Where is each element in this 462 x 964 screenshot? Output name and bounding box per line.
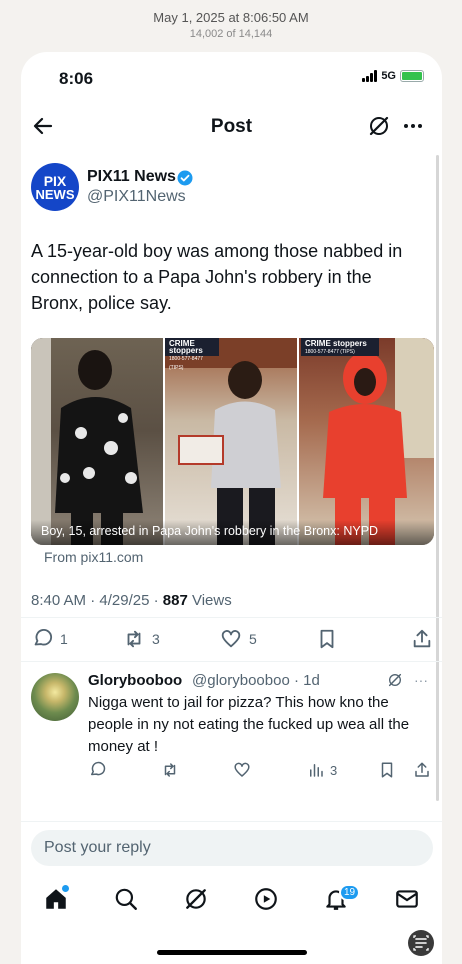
reply-views-count: 3 [330, 762, 338, 778]
author-name[interactable]: PIX11 News [87, 168, 176, 186]
video-icon[interactable] [253, 886, 279, 912]
post-text: A 15-year-old boy was among those nabbed… [31, 241, 403, 313]
compose-placeholder: Post your reply [44, 839, 151, 856]
media-caption: Boy, 15, arrested in Papa John's robbery… [31, 520, 434, 545]
share-icon [415, 762, 429, 777]
phone-screen: 8:06 5G Post PIX NEWS PIX11 News @PIX11N… [21, 52, 442, 964]
heart-icon [221, 630, 241, 648]
reply-actions: 3 [21, 761, 442, 783]
post-time: 8:40 AM [31, 592, 87, 609]
signal-icon [362, 70, 378, 82]
share-button[interactable] [411, 628, 433, 650]
reply-author-handle[interactable]: @glorybooboo · 1d [192, 672, 320, 689]
divider [21, 617, 442, 618]
battery-icon [400, 70, 424, 82]
notifications-badge: 19 [339, 884, 360, 901]
like-button[interactable]: 5 [220, 628, 257, 650]
reply-avatar[interactable] [31, 673, 79, 721]
post-actions: 1 3 5 [21, 620, 442, 660]
media-photo-1 [31, 338, 163, 545]
grok-icon[interactable] [367, 114, 391, 138]
text-scan-icon [413, 935, 429, 951]
scrollbar[interactable] [436, 155, 439, 801]
photos-header: May 1, 2025 at 8:06:50 AM 14,002 of 14,1… [0, 0, 462, 52]
search-icon[interactable] [113, 886, 139, 912]
bookmark-icon [381, 762, 393, 778]
repost-icon [164, 763, 176, 777]
person-silhouette-1 [31, 338, 143, 545]
more-options-icon[interactable] [401, 114, 425, 138]
divider [21, 661, 442, 662]
heart-icon [234, 762, 250, 777]
reply-compose-input[interactable]: Post your reply [31, 830, 433, 866]
avatar-logo-line2: NEWS [35, 187, 75, 202]
views-label: Views [191, 592, 232, 609]
reply-views-button[interactable]: 3 [307, 761, 337, 779]
photo-date: May 1, 2025 at 8:06:50 AM [153, 10, 309, 25]
media-photo-3: CRIME stoppers 1800-577-8477 (TIPS) [297, 338, 434, 545]
media-photo-2: CRIME stoppers 1800-577-8477 (TIPS) [163, 338, 297, 545]
reply-more-options[interactable]: ··· [414, 672, 428, 688]
reply-button[interactable]: 1 [31, 628, 68, 650]
home-notification-dot [62, 885, 69, 892]
status-time: 8:06 [59, 69, 94, 88]
verified-badge-icon [177, 170, 193, 186]
share-icon [413, 629, 431, 648]
author-avatar[interactable]: PIX NEWS [31, 163, 79, 211]
post-header: Post [21, 108, 442, 148]
reply-like-button[interactable] [233, 761, 251, 779]
post-date: 4/29/25 [99, 592, 150, 609]
bottom-tab-bar: 19 [21, 874, 442, 924]
bookmark-icon [320, 629, 334, 649]
reply-count: 1 [60, 631, 68, 647]
post-meta: 8:40 AM · 4/29/25 · 887 Views [31, 592, 232, 609]
reply-text: Nigga went to jail for pizza? This how k… [88, 694, 410, 755]
repost-icon [127, 630, 141, 648]
messages-icon[interactable] [394, 886, 420, 912]
reply-author-name[interactable]: Glorybooboo [88, 672, 182, 689]
bookmark-button[interactable] [316, 628, 338, 650]
crime-stoppers-badge: CRIME stoppers 1800-577-8477 (TIPS) [165, 338, 219, 371]
repost-button[interactable]: 3 [123, 628, 160, 650]
crime-stoppers-badge-2: CRIME stoppers 1800-577-8477 (TIPS) [301, 338, 379, 356]
photo-count: 14,002 of 14,144 [189, 28, 273, 40]
like-count: 5 [249, 631, 257, 647]
media-card[interactable]: CRIME stoppers 1800-577-8477 (TIPS) CRIME… [31, 338, 434, 545]
home-indicator [157, 950, 307, 955]
network-type: 5G [381, 70, 396, 82]
reply-repost-button[interactable] [161, 761, 179, 779]
grok-icon[interactable] [387, 672, 403, 688]
views-count: 887 [162, 592, 188, 609]
person-silhouette-3 [323, 338, 434, 545]
author-handle[interactable]: @PIX11News [87, 188, 186, 206]
reply-bookmark-button[interactable] [378, 761, 396, 779]
analytics-icon [310, 764, 323, 777]
grok-icon[interactable] [183, 886, 209, 912]
person-silhouette-2 [165, 338, 297, 545]
reply-icon [34, 628, 53, 646]
status-bar: 8:06 5G [21, 52, 442, 102]
status-icons: 5G [362, 70, 424, 82]
divider [21, 821, 442, 822]
reply-share-button[interactable] [413, 761, 431, 779]
media-source-link[interactable]: From pix11.com [44, 549, 143, 565]
repost-count: 3 [152, 631, 160, 647]
reply-reply-button[interactable] [88, 761, 106, 779]
text-scan-button[interactable] [408, 930, 434, 956]
reply-icon [91, 761, 106, 776]
